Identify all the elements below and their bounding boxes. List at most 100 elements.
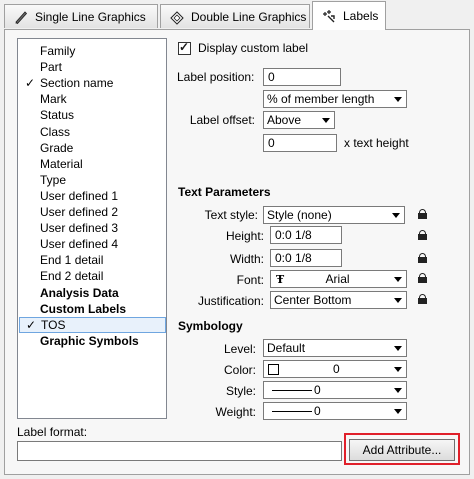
list-item[interactable]: User defined 4 — [19, 236, 166, 252]
list-item[interactable]: Graphic Symbols — [19, 333, 166, 349]
label-offset-label: Label offset: — [189, 113, 255, 127]
list-item-label: Graphic Symbols — [40, 333, 139, 348]
list-item[interactable]: Material — [19, 156, 166, 172]
list-item[interactable]: Status — [19, 107, 166, 123]
label-position-value: 0 — [268, 70, 275, 84]
chevron-down-icon — [394, 367, 402, 372]
label-position-label: Label position: — [177, 70, 255, 84]
list-item[interactable]: Type — [19, 172, 166, 188]
list-item[interactable]: Part — [19, 59, 166, 75]
color-select[interactable]: 0 — [263, 360, 407, 378]
pencil-icon — [15, 10, 28, 24]
line-weight-sample — [272, 411, 312, 412]
color-value: 0 — [333, 362, 340, 376]
list-item[interactable]: Mark — [19, 91, 166, 107]
chevron-down-icon — [394, 346, 402, 351]
list-item[interactable]: ✓ TOS — [19, 316, 166, 333]
text-height-input[interactable]: 0:0 1/8 — [270, 226, 342, 244]
checkmark-icon: ✓ — [25, 76, 36, 91]
lock-icon[interactable] — [418, 230, 427, 240]
list-item[interactable]: ✓ Section name — [19, 75, 166, 91]
list-item-label: User defined 4 — [40, 237, 119, 252]
list-item-label: User defined 1 — [40, 188, 119, 203]
position-unit-value: % of member length — [267, 92, 375, 106]
label-format-label: Label format: — [17, 425, 88, 439]
tab-labels[interactable]: Labels — [312, 1, 386, 30]
text-style-label: Text style: — [204, 208, 258, 222]
list-item-label: Status — [40, 108, 75, 123]
chevron-down-icon — [394, 277, 402, 282]
line-weight-select[interactable]: 0 — [263, 402, 407, 420]
font-select[interactable]: Ŧ Arial — [270, 270, 407, 288]
list-item[interactable]: User defined 1 — [19, 188, 166, 204]
list-item-label: End 2 detail — [40, 269, 104, 284]
add-attribute-button[interactable]: Add Attribute... — [349, 439, 455, 461]
justification-label: Justification: — [197, 294, 264, 308]
list-item-label: User defined 2 — [40, 205, 119, 219]
list-item[interactable]: End 1 detail — [19, 252, 166, 268]
position-unit-select[interactable]: % of member length — [263, 90, 407, 108]
list-item-label: Class — [40, 124, 71, 139]
list-item-label: Part — [40, 60, 63, 75]
text-width-input[interactable]: 0:0 1/8 — [270, 249, 342, 267]
list-item[interactable]: Grade — [19, 140, 166, 156]
eraser-icon — [170, 10, 184, 25]
display-custom-label-text: Display custom label — [198, 41, 309, 55]
lock-icon[interactable] — [418, 273, 427, 283]
chevron-down-icon — [392, 213, 400, 218]
tab-double-line-graphics[interactable]: Double Line Graphics — [160, 4, 310, 28]
chevron-down-icon — [394, 97, 402, 102]
label-position-input[interactable]: 0 — [263, 68, 341, 86]
text-style-value: Style (none) — [267, 208, 332, 222]
chevron-down-icon — [322, 118, 330, 123]
list-item[interactable]: Family — [19, 43, 166, 59]
width-label: Width: — [229, 252, 264, 266]
line-style-value: 0 — [314, 383, 321, 397]
label-offset-select[interactable]: Above — [263, 111, 335, 129]
justification-value: Center Bottom — [274, 293, 352, 307]
list-item-label: End 1 detail — [40, 253, 104, 268]
list-item-label: Mark — [40, 92, 67, 107]
justification-select[interactable]: Center Bottom — [270, 291, 407, 309]
offset-unit-label: x text height — [344, 136, 409, 150]
list-item[interactable]: User defined 3 — [19, 220, 166, 236]
text-parameters-heading: Text Parameters — [178, 185, 271, 199]
list-item-label: Grade — [40, 140, 74, 155]
lock-icon[interactable] — [418, 209, 427, 219]
list-item[interactable]: Class — [19, 124, 166, 140]
chevron-down-icon — [394, 409, 402, 414]
list-item[interactable]: Custom Labels — [19, 301, 166, 317]
list-item-label: Custom Labels — [40, 301, 127, 316]
list-item[interactable]: End 2 detail — [19, 268, 166, 284]
tab-label: Double Line Graphics — [191, 9, 307, 24]
list-item-label: TOS — [41, 317, 66, 332]
level-label: Level: — [223, 342, 256, 356]
display-custom-label-checkbox[interactable] — [178, 40, 191, 55]
lock-icon[interactable] — [418, 294, 427, 304]
level-value: Default — [267, 341, 306, 355]
label-format-input[interactable] — [17, 441, 342, 461]
chevron-down-icon — [394, 298, 402, 303]
offset-amount-value: 0 — [268, 136, 275, 150]
label-cursor-icon — [323, 10, 335, 23]
lock-icon[interactable] — [418, 253, 427, 263]
font-value: Arial — [325, 272, 350, 286]
truetype-font-icon: Ŧ — [276, 273, 285, 286]
font-label: Font: — [236, 273, 264, 287]
list-item[interactable]: User defined 2 — [19, 204, 166, 220]
tab-single-line-graphics[interactable]: Single Line Graphics — [4, 4, 158, 28]
level-select[interactable]: Default — [263, 339, 407, 357]
text-width-value: 0:0 1/8 — [275, 251, 312, 265]
label-offset-value: Above — [267, 113, 302, 127]
offset-amount-input[interactable]: 0 — [263, 134, 337, 152]
list-item[interactable]: Analysis Data — [19, 285, 166, 301]
list-item-label: Section name — [40, 76, 114, 91]
checkmark-icon: ✓ — [26, 317, 37, 332]
line-style-sample — [272, 390, 312, 391]
label-items-list[interactable]: Family Part ✓ Section name Mark Status Class Gr… — [17, 38, 167, 419]
text-style-select[interactable]: Style (none) — [263, 206, 405, 224]
line-style-select[interactable]: 0 — [263, 381, 407, 399]
symbology-heading: Symbology — [178, 319, 243, 333]
tab-label: Labels — [343, 9, 379, 23]
list-item-label: Type — [40, 172, 67, 187]
